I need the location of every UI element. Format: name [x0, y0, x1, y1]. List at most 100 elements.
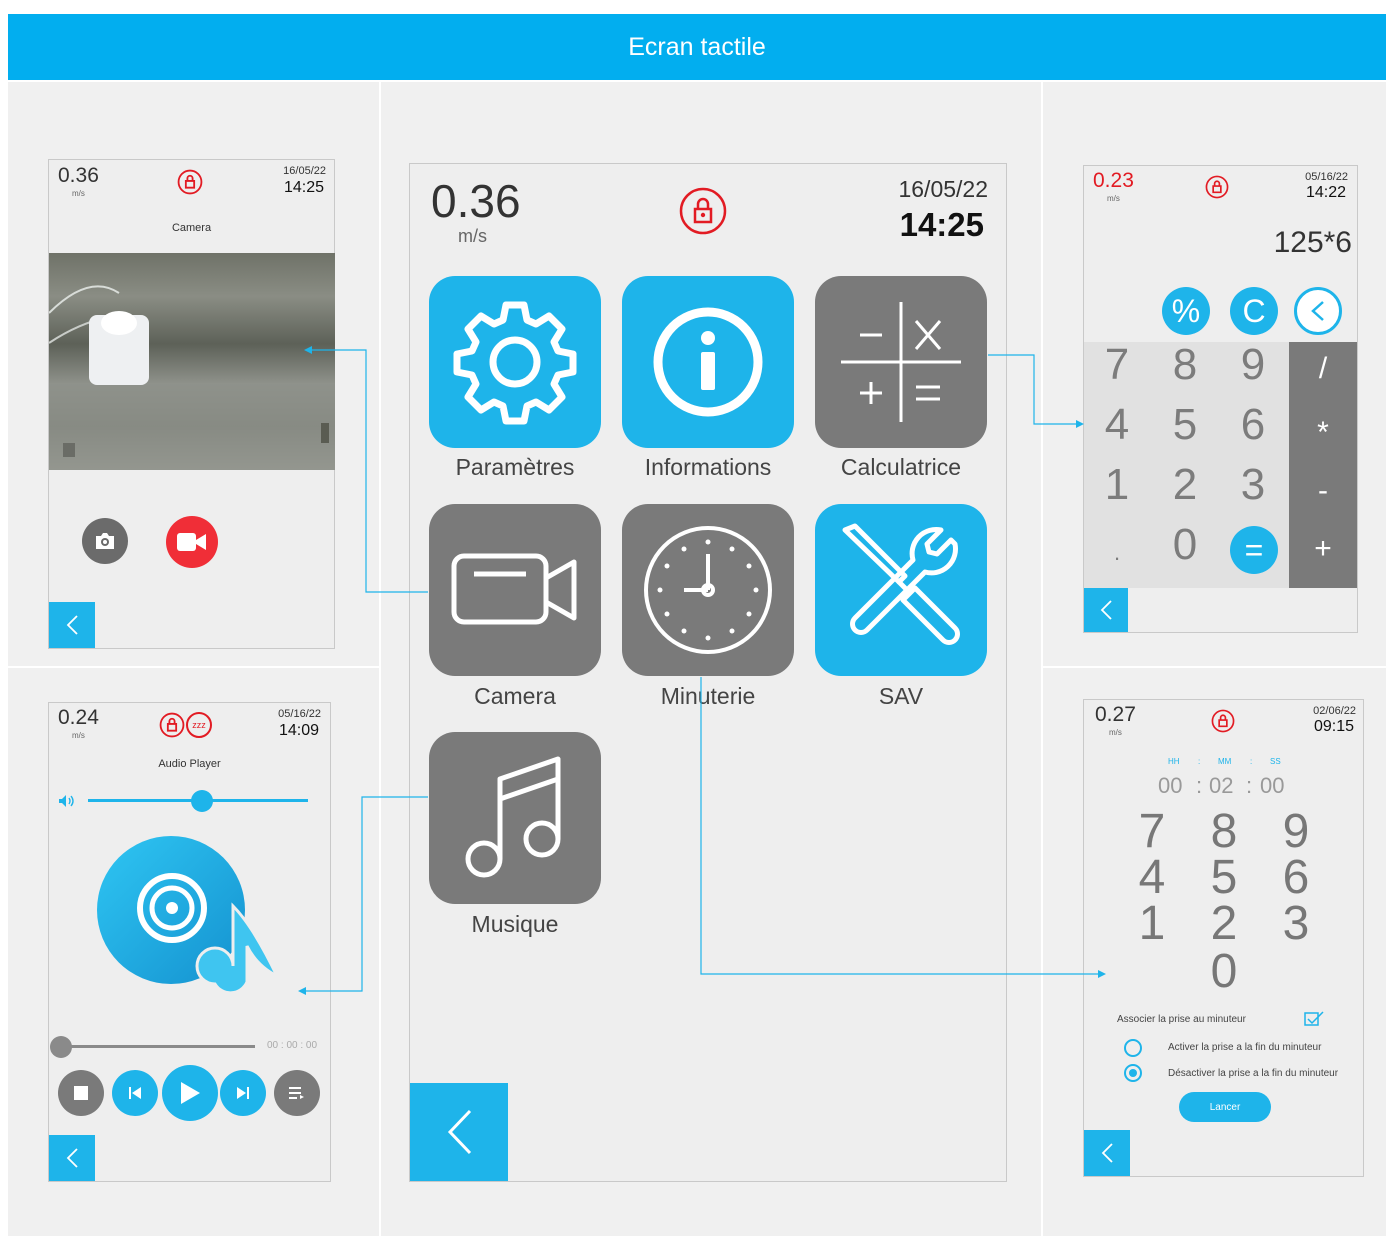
back-button[interactable] [410, 1083, 508, 1181]
tile-calculatrice-label: Calculatrice [840, 454, 962, 480]
camera-date: 16/05/22 [283, 165, 326, 177]
page-title: Ecran tactile [628, 32, 766, 61]
playlist-icon [289, 1087, 304, 1099]
audio-back-button[interactable] [49, 1135, 95, 1181]
key-3[interactable]: 3 [1223, 460, 1283, 510]
key-4[interactable]: 4 [1087, 400, 1147, 450]
option-activate-label: Activer la prise a la fin du minuteur [1168, 1042, 1322, 1053]
elapsed-time: 00 : 00 : 00 [267, 1040, 318, 1051]
camera-speed-unit: m/s [72, 189, 85, 198]
music-note-icon [465, 756, 561, 878]
timer-speed-unit: m/s [1109, 728, 1122, 737]
radio-deactivate[interactable] [1124, 1064, 1142, 1082]
multiply-key[interactable]: * [1289, 416, 1357, 450]
playlist-button[interactable] [274, 1070, 320, 1116]
radio-activate[interactable] [1124, 1039, 1142, 1057]
camera-screen: 0.36 m/s 16/05/22 14:25 Camera [48, 159, 335, 649]
calc-speed: 0.23 [1093, 169, 1134, 192]
key-5[interactable]: 5 [1155, 400, 1215, 450]
minus-key[interactable]: - [1289, 474, 1357, 508]
tile-parametres[interactable] [429, 276, 601, 448]
timer-key-2[interactable]: 2 [1194, 896, 1254, 951]
percent-button[interactable]: % [1162, 287, 1210, 335]
plus-key[interactable]: + [1289, 532, 1357, 566]
key-0[interactable]: 0 [1155, 520, 1215, 570]
stop-button[interactable] [58, 1070, 104, 1116]
video-camera-icon [451, 553, 577, 625]
mm-label: MM [1218, 757, 1232, 766]
play-icon [181, 1082, 200, 1104]
chevron-left-icon [1101, 1143, 1113, 1163]
tools-icon [842, 523, 960, 645]
camera-lock-icon[interactable] [177, 169, 203, 200]
progress-track[interactable] [60, 1045, 255, 1048]
tile-calculatrice[interactable] [815, 276, 987, 448]
camera-feed [48, 253, 335, 470]
record-button[interactable] [166, 516, 218, 568]
mm-ss-sep-label: : [1250, 757, 1253, 766]
progress-knob[interactable] [50, 1036, 72, 1058]
snapshot-button[interactable] [82, 518, 128, 564]
mm-ss-sep: : [1246, 773, 1253, 798]
hh-value[interactable]: 00 [1158, 773, 1182, 799]
calc-time: 14:22 [1305, 184, 1346, 201]
camera-time: 14:25 [283, 179, 324, 196]
hh-mm-sep-label: : [1198, 757, 1201, 766]
timer-key-3[interactable]: 3 [1266, 896, 1326, 951]
tile-camera[interactable] [429, 504, 601, 676]
calculator-screen: 0.23 m/s 05/16/22 14:22 125*6 % C 7 8 9 … [1083, 165, 1358, 633]
timer-date: 02/06/22 [1313, 705, 1356, 717]
chevron-left-icon [66, 1148, 78, 1168]
camera-back-button[interactable] [49, 602, 95, 648]
info-icon [653, 307, 763, 417]
skip-next-icon [237, 1087, 249, 1099]
equals-button[interactable]: = [1230, 526, 1278, 574]
key-2[interactable]: 2 [1155, 460, 1215, 510]
clear-button[interactable]: C [1230, 287, 1278, 335]
key-9[interactable]: 9 [1223, 340, 1283, 390]
timer-lock-icon[interactable] [1211, 709, 1235, 738]
calc-back-button[interactable] [1084, 588, 1128, 632]
chevron-left-icon [1311, 301, 1324, 321]
tile-musique[interactable] [429, 732, 601, 904]
tile-camera-label: Camera [474, 683, 556, 709]
tile-minuterie[interactable] [622, 504, 794, 676]
checkbox-icon[interactable] [1304, 1011, 1324, 1027]
volume-knob[interactable] [191, 790, 214, 812]
key-1[interactable]: 1 [1087, 460, 1147, 510]
divide-key[interactable]: / [1289, 352, 1357, 386]
tile-minuterie-label: Minuterie [660, 683, 756, 709]
mm-value[interactable]: 02 [1209, 773, 1233, 799]
audio-screen: 0.24 m/s zzz 05/16/22 14:09 Audio Player… [48, 702, 331, 1182]
ss-value[interactable]: 00 [1260, 773, 1284, 799]
previous-button[interactable] [112, 1070, 158, 1116]
launch-button[interactable]: Lancer [1179, 1092, 1271, 1122]
ss-label: SS [1270, 757, 1281, 766]
audio-lock-icon[interactable] [159, 712, 185, 743]
key-6[interactable]: 6 [1223, 400, 1283, 450]
tile-sav[interactable] [815, 504, 987, 676]
timer-speed: 0.27 [1095, 703, 1136, 726]
timer-key-1[interactable]: 1 [1122, 896, 1182, 951]
calc-lock-icon[interactable] [1205, 175, 1229, 204]
key-7[interactable]: 7 [1087, 340, 1147, 390]
chevron-left-icon [1100, 600, 1112, 620]
tile-musique-label: Musique [471, 911, 559, 937]
lock-icon[interactable] [678, 186, 728, 241]
camera-icon [96, 533, 114, 549]
skip-previous-icon [129, 1087, 141, 1099]
audio-speed: 0.24 [58, 706, 99, 729]
timer-key-0[interactable]: 0 [1194, 944, 1254, 999]
next-button[interactable] [220, 1070, 266, 1116]
play-button[interactable] [162, 1065, 218, 1121]
sleep-icon[interactable]: zzz [186, 712, 212, 738]
key-8[interactable]: 8 [1155, 340, 1215, 390]
camera-speed: 0.36 [58, 164, 99, 187]
tile-informations[interactable] [622, 276, 794, 448]
audio-date: 05/16/22 [278, 708, 321, 720]
timer-back-button[interactable] [1084, 1130, 1130, 1176]
backspace-button[interactable] [1294, 287, 1342, 335]
audio-time: 14:09 [278, 722, 319, 739]
page-header: Ecran tactile [8, 14, 1386, 80]
key-decimal[interactable]: . [1087, 522, 1147, 566]
